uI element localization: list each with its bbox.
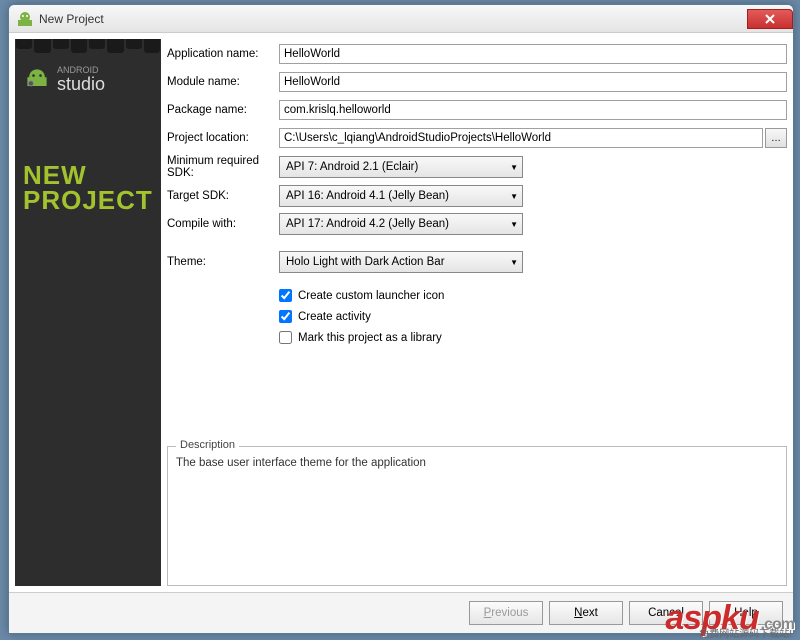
- browse-button[interactable]: …: [765, 128, 787, 148]
- label-compile-with: Compile with:: [167, 218, 279, 230]
- dialog-window: New Project ANDROID studio NEW PROJECT: [8, 4, 794, 634]
- close-icon: [765, 14, 775, 24]
- dropdown-compile-with-value: API 17: Android 4.2 (Jelly Bean): [286, 218, 510, 230]
- sidebar-heading: NEW PROJECT: [23, 163, 153, 212]
- chevron-down-icon: ▼: [510, 192, 518, 201]
- heading-line-1: NEW: [23, 163, 153, 188]
- dropdown-compile-with[interactable]: API 17: Android 4.2 (Jelly Bean) ▼: [279, 213, 523, 235]
- input-project-location[interactable]: [279, 128, 763, 148]
- dropdown-theme-value: Holo Light with Dark Action Bar: [286, 256, 510, 268]
- row-package-name: Package name:: [167, 99, 787, 121]
- checkbox-create-activity[interactable]: [279, 310, 292, 323]
- window-title: New Project: [39, 12, 747, 26]
- titlebar[interactable]: New Project: [9, 5, 793, 33]
- row-module-name: Module name:: [167, 71, 787, 93]
- form-rows: Application name: Module name: Package n…: [167, 39, 787, 352]
- android-studio-icon: [23, 65, 51, 93]
- chevron-down-icon: ▼: [510, 258, 518, 267]
- watermark-sub: 免费网站源码下载站!: [699, 625, 792, 640]
- checkbox-library[interactable]: [279, 331, 292, 344]
- row-check-launcher: Create custom launcher icon: [167, 289, 787, 302]
- input-app-name[interactable]: [279, 44, 787, 64]
- row-theme: Theme: Holo Light with Dark Action Bar ▼: [167, 251, 787, 273]
- label-check-activity: Create activity: [298, 311, 371, 323]
- label-package-name: Package name:: [167, 104, 279, 116]
- dropdown-target-sdk[interactable]: API 16: Android 4.1 (Jelly Bean) ▼: [279, 185, 523, 207]
- dropdown-target-sdk-value: API 16: Android 4.1 (Jelly Bean): [286, 190, 510, 202]
- window-controls: [747, 9, 793, 29]
- row-project-location: Project location: …: [167, 127, 787, 149]
- row-min-sdk: Minimum required SDK: API 7: Android 2.1…: [167, 155, 787, 179]
- dropdown-min-sdk-value: API 7: Android 2.1 (Eclair): [286, 161, 510, 173]
- row-check-activity: Create activity: [167, 310, 787, 323]
- row-compile-with: Compile with: API 17: Android 4.2 (Jelly…: [167, 213, 787, 235]
- dialog-body: ANDROID studio NEW PROJECT Application n…: [9, 33, 793, 592]
- label-app-name: Application name:: [167, 48, 279, 60]
- label-project-location: Project location:: [167, 132, 279, 144]
- sidebar-decoration: [15, 39, 161, 53]
- row-app-name: Application name:: [167, 43, 787, 65]
- checkbox-launcher-icon[interactable]: [279, 289, 292, 302]
- sidebar: ANDROID studio NEW PROJECT: [15, 39, 161, 586]
- close-button[interactable]: [747, 9, 793, 29]
- heading-line-2: PROJECT: [23, 188, 153, 213]
- label-check-library: Mark this project as a library: [298, 332, 442, 344]
- label-theme: Theme:: [167, 256, 279, 268]
- row-check-library: Mark this project as a library: [167, 331, 787, 344]
- previous-button: Previous: [469, 601, 543, 625]
- row-target-sdk: Target SDK: API 16: Android 4.1 (Jelly B…: [167, 185, 787, 207]
- description-text: The base user interface theme for the ap…: [176, 457, 778, 469]
- input-module-name[interactable]: [279, 72, 787, 92]
- brand: ANDROID studio: [23, 65, 153, 93]
- label-min-sdk: Minimum required SDK:: [167, 155, 279, 179]
- label-check-launcher: Create custom launcher icon: [298, 290, 444, 302]
- label-target-sdk: Target SDK:: [167, 190, 279, 202]
- input-package-name[interactable]: [279, 100, 787, 120]
- next-button[interactable]: Next: [549, 601, 623, 625]
- dropdown-theme[interactable]: Holo Light with Dark Action Bar ▼: [279, 251, 523, 273]
- chevron-down-icon: ▼: [510, 220, 518, 229]
- dropdown-min-sdk[interactable]: API 7: Android 2.1 (Eclair) ▼: [279, 156, 523, 178]
- app-icon: [17, 11, 33, 27]
- form-area: Application name: Module name: Package n…: [167, 39, 787, 586]
- chevron-down-icon: ▼: [510, 163, 518, 172]
- description-legend: Description: [176, 439, 239, 451]
- label-module-name: Module name:: [167, 76, 279, 88]
- brand-big: studio: [57, 75, 105, 93]
- description-box: Description The base user interface them…: [167, 446, 787, 586]
